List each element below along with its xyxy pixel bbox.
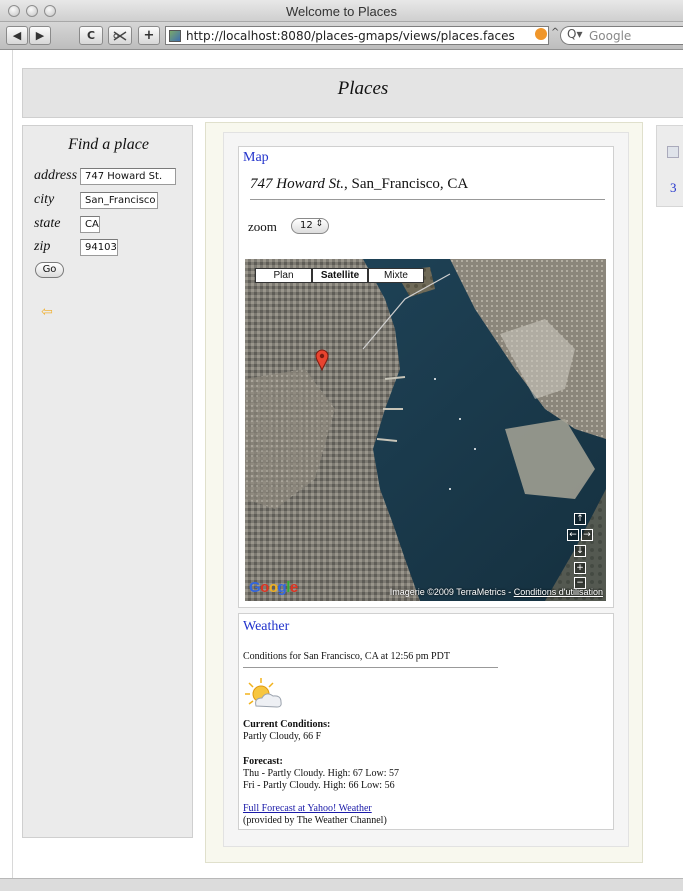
- map-credit: Imagerie ©2009 TerraMetrics - Conditions…: [390, 587, 603, 597]
- map-heading: Map: [243, 150, 269, 165]
- terms-link[interactable]: Conditions d'utilisation: [514, 587, 603, 597]
- city-label: city: [34, 192, 55, 207]
- page-left-edge: [12, 50, 13, 878]
- scissors-icon: [113, 30, 127, 41]
- right-panel-number[interactable]: 3: [670, 180, 677, 196]
- map-address-street: 747 Howard St.: [250, 176, 345, 192]
- current-conditions: Partly Cloudy, 66 F: [243, 731, 322, 742]
- snapback-button[interactable]: [108, 26, 132, 45]
- google-logo: Google: [249, 579, 298, 596]
- provided-by: (provided by The Weather Channel): [243, 815, 387, 826]
- zoom-value: 12: [300, 220, 313, 231]
- page-title: Places: [337, 78, 389, 99]
- pan-left-button[interactable]: ←: [567, 529, 579, 541]
- state-label: state: [34, 216, 61, 231]
- zoom-select[interactable]: 12 ⇕: [291, 218, 329, 234]
- save-icon[interactable]: [667, 146, 679, 158]
- city-field[interactable]: San_Francisco: [80, 192, 158, 209]
- find-place-title: Find a place: [68, 136, 149, 153]
- map-divider: [250, 199, 605, 200]
- full-forecast-link[interactable]: Full Forecast at Yahoo! Weather: [243, 803, 372, 814]
- satellite-imagery: [245, 259, 606, 601]
- forecast-day-1: Thu - Partly Cloudy. High: 67 Low: 57: [243, 768, 400, 779]
- address-field[interactable]: 747 Howard St.: [80, 168, 176, 185]
- full-forecast-link-row: Full Forecast at Yahoo! Weather: [243, 803, 372, 814]
- reload-button[interactable]: C: [79, 26, 103, 45]
- rss-icon[interactable]: [535, 28, 547, 40]
- zoom-in-button[interactable]: +: [574, 562, 586, 574]
- satellite-map[interactable]: Plan Satellite Mixte ↑ ← → ↓ + − Google …: [245, 259, 606, 601]
- map-address-city: , San_Francisco, CA: [344, 176, 469, 192]
- forecast-day-2: Fri - Partly Cloudy. High: 66 Low: 56: [243, 780, 395, 791]
- rss-caret-icon: ^: [551, 27, 560, 38]
- select-arrows-icon: ⇕: [315, 219, 323, 229]
- partly-cloudy-icon: [245, 678, 282, 708]
- map-credit-text: Imagerie ©2009 TerraMetrics -: [389, 587, 514, 597]
- address-label: address: [34, 168, 78, 183]
- forecast-title: Forecast:: [243, 756, 283, 767]
- map-type-satellite[interactable]: Satellite: [312, 268, 368, 283]
- map-address: 747 Howard St., San_Francisco, CA: [250, 176, 468, 193]
- window-titlebar: Welcome to Places: [0, 0, 683, 22]
- weather-conditions-for: Conditions for San Francisco, CA at 12:5…: [243, 651, 450, 662]
- current-conditions-title: Current Conditions:: [243, 719, 331, 730]
- weather-divider: [243, 667, 498, 668]
- map-type-mixte[interactable]: Mixte: [368, 268, 424, 283]
- url-text: http://localhost:8080/places-gmaps/views…: [186, 29, 515, 43]
- go-button[interactable]: Go: [35, 262, 64, 278]
- address-bar[interactable]: http://localhost:8080/places-gmaps/views…: [165, 26, 549, 45]
- zip-label: zip: [34, 239, 51, 254]
- pan-right-button[interactable]: →: [581, 529, 593, 541]
- status-bar: [0, 878, 683, 891]
- window-title: Welcome to Places: [285, 4, 398, 19]
- add-bookmark-button[interactable]: +: [138, 26, 160, 45]
- search-placeholder: Google: [589, 29, 632, 43]
- favicon-icon: [169, 30, 181, 42]
- search-icon: Q▾: [567, 27, 583, 41]
- zoom-label: zoom: [248, 219, 277, 234]
- location-marker-icon[interactable]: [315, 349, 329, 371]
- page-header: Places: [22, 68, 683, 118]
- right-panel: 3: [656, 125, 683, 207]
- weather-heading: Weather: [243, 619, 290, 634]
- pan-down-button[interactable]: ↓: [574, 545, 586, 557]
- forward-button[interactable]: ▶: [29, 26, 51, 45]
- zip-field[interactable]: 94103: [80, 239, 118, 256]
- pan-up-button[interactable]: ↑: [574, 513, 586, 525]
- state-field[interactable]: CA: [80, 216, 100, 233]
- back-button[interactable]: ◀: [6, 26, 28, 45]
- back-arrow-icon[interactable]: ⇦: [41, 304, 53, 320]
- map-type-plan[interactable]: Plan: [255, 268, 312, 283]
- find-place-panel: Find a place address 747 Howard St. city…: [22, 125, 193, 838]
